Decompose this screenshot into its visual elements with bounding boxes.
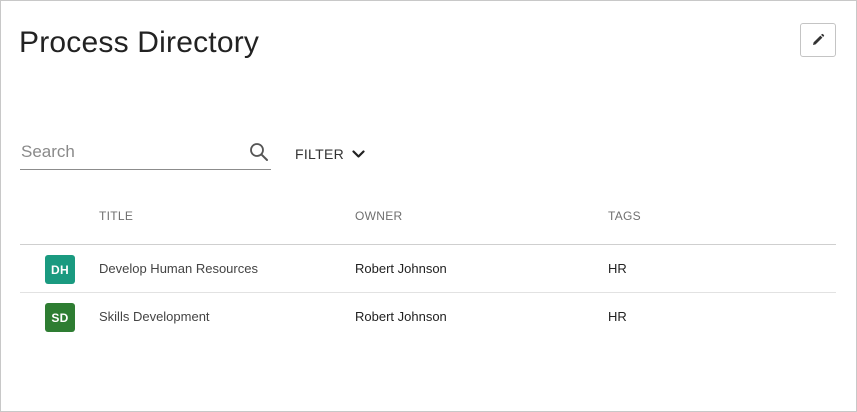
avatar: DH	[45, 255, 75, 284]
search-box	[20, 137, 271, 170]
row-owner: Robert Johnson	[355, 309, 447, 324]
column-header-title[interactable]: TITLE	[99, 209, 133, 223]
row-owner: Robert Johnson	[355, 261, 447, 276]
row-tags: HR	[608, 309, 627, 324]
filter-label: FILTER	[295, 146, 344, 162]
edit-button[interactable]	[800, 23, 836, 57]
process-directory-card: Process Directory FILTER TITLE OWNER TAG…	[0, 0, 857, 412]
row-title[interactable]: Skills Development	[99, 309, 210, 324]
row-title[interactable]: Develop Human Resources	[99, 261, 258, 276]
column-header-tags[interactable]: TAGS	[608, 209, 641, 223]
search-icon[interactable]	[249, 142, 269, 162]
table-row[interactable]: DH Develop Human Resources Robert Johnso…	[20, 245, 836, 293]
avatar: SD	[45, 303, 75, 332]
pencil-icon	[813, 33, 825, 45]
page-title: Process Directory	[19, 26, 260, 59]
search-input[interactable]	[20, 137, 241, 167]
column-header-owner[interactable]: OWNER	[355, 209, 403, 223]
chevron-down-icon	[352, 149, 365, 158]
row-tags: HR	[608, 261, 627, 276]
table-row[interactable]: SD Skills Development Robert Johnson HR	[20, 293, 836, 341]
filter-dropdown[interactable]: FILTER	[295, 146, 365, 162]
